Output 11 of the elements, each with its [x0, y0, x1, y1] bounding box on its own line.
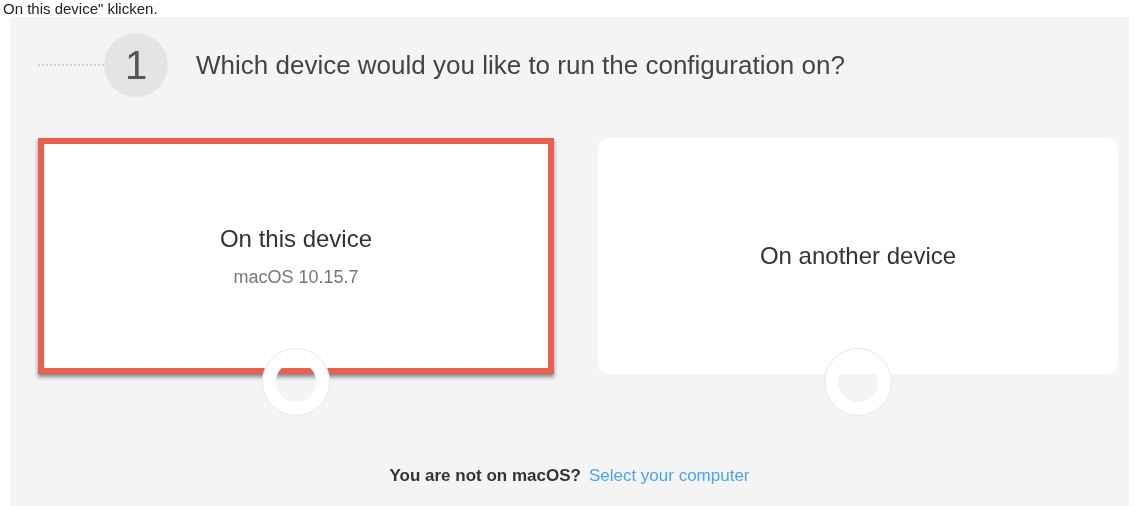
caption-text: On this device" klicken. — [2, 0, 159, 17]
step-question: Which device would you like to run the configuration on? — [196, 49, 845, 81]
option-title: On another device — [759, 242, 957, 270]
connector-circle — [824, 348, 892, 416]
option-subtitle: macOS 10.15.7 — [233, 266, 359, 288]
footer-text: You are not on macOS? — [389, 466, 581, 486]
device-option-card[interactable]: On this device macOS 10.15.7 — [38, 138, 554, 374]
step-number: 1 — [104, 33, 168, 97]
option-title: On this device — [219, 224, 373, 253]
connector-circle — [262, 348, 330, 416]
device-option-card[interactable]: On another device — [598, 138, 1118, 374]
